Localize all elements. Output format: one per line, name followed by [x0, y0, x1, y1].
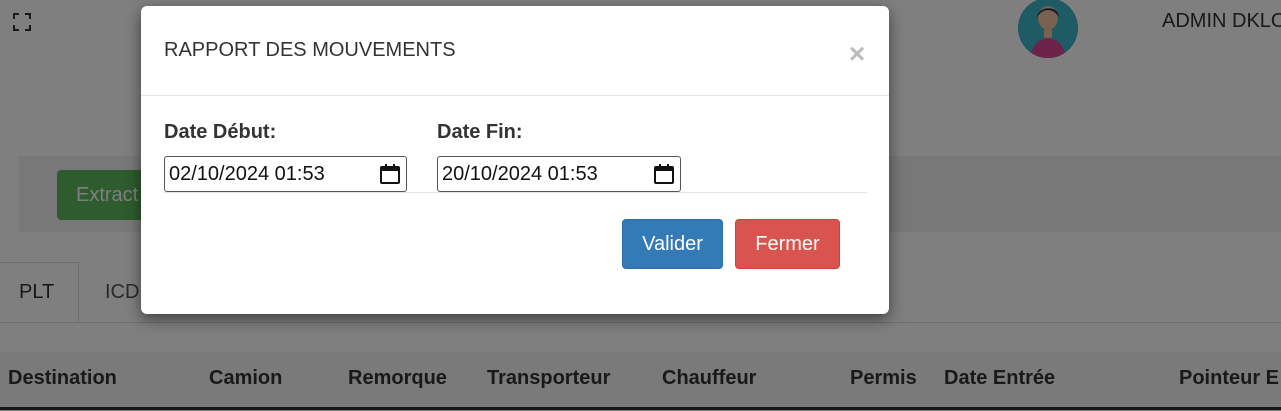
modal-header: RAPPORT DES MOUVEMENTS ×	[141, 6, 889, 96]
calendar-icon[interactable]	[654, 164, 674, 184]
close-icon[interactable]: ×	[843, 40, 871, 68]
end-date-value: 20/10/2024 01:53	[442, 163, 598, 185]
calendar-icon[interactable]	[380, 164, 400, 184]
report-modal: RAPPORT DES MOUVEMENTS × Date Début: 02/…	[141, 6, 889, 314]
start-date-input[interactable]: 02/10/2024 01:53	[164, 156, 407, 192]
start-date-label: Date Début:	[164, 121, 277, 143]
close-button[interactable]: Fermer	[735, 219, 840, 269]
end-date-input[interactable]: 20/10/2024 01:53	[437, 156, 681, 192]
start-date-value: 02/10/2024 01:53	[169, 163, 325, 185]
end-date-label: Date Fin:	[437, 121, 523, 143]
validate-button[interactable]: Valider	[622, 219, 723, 269]
modal-title: RAPPORT DES MOUVEMENTS	[164, 39, 456, 61]
modal-divider	[164, 192, 867, 193]
